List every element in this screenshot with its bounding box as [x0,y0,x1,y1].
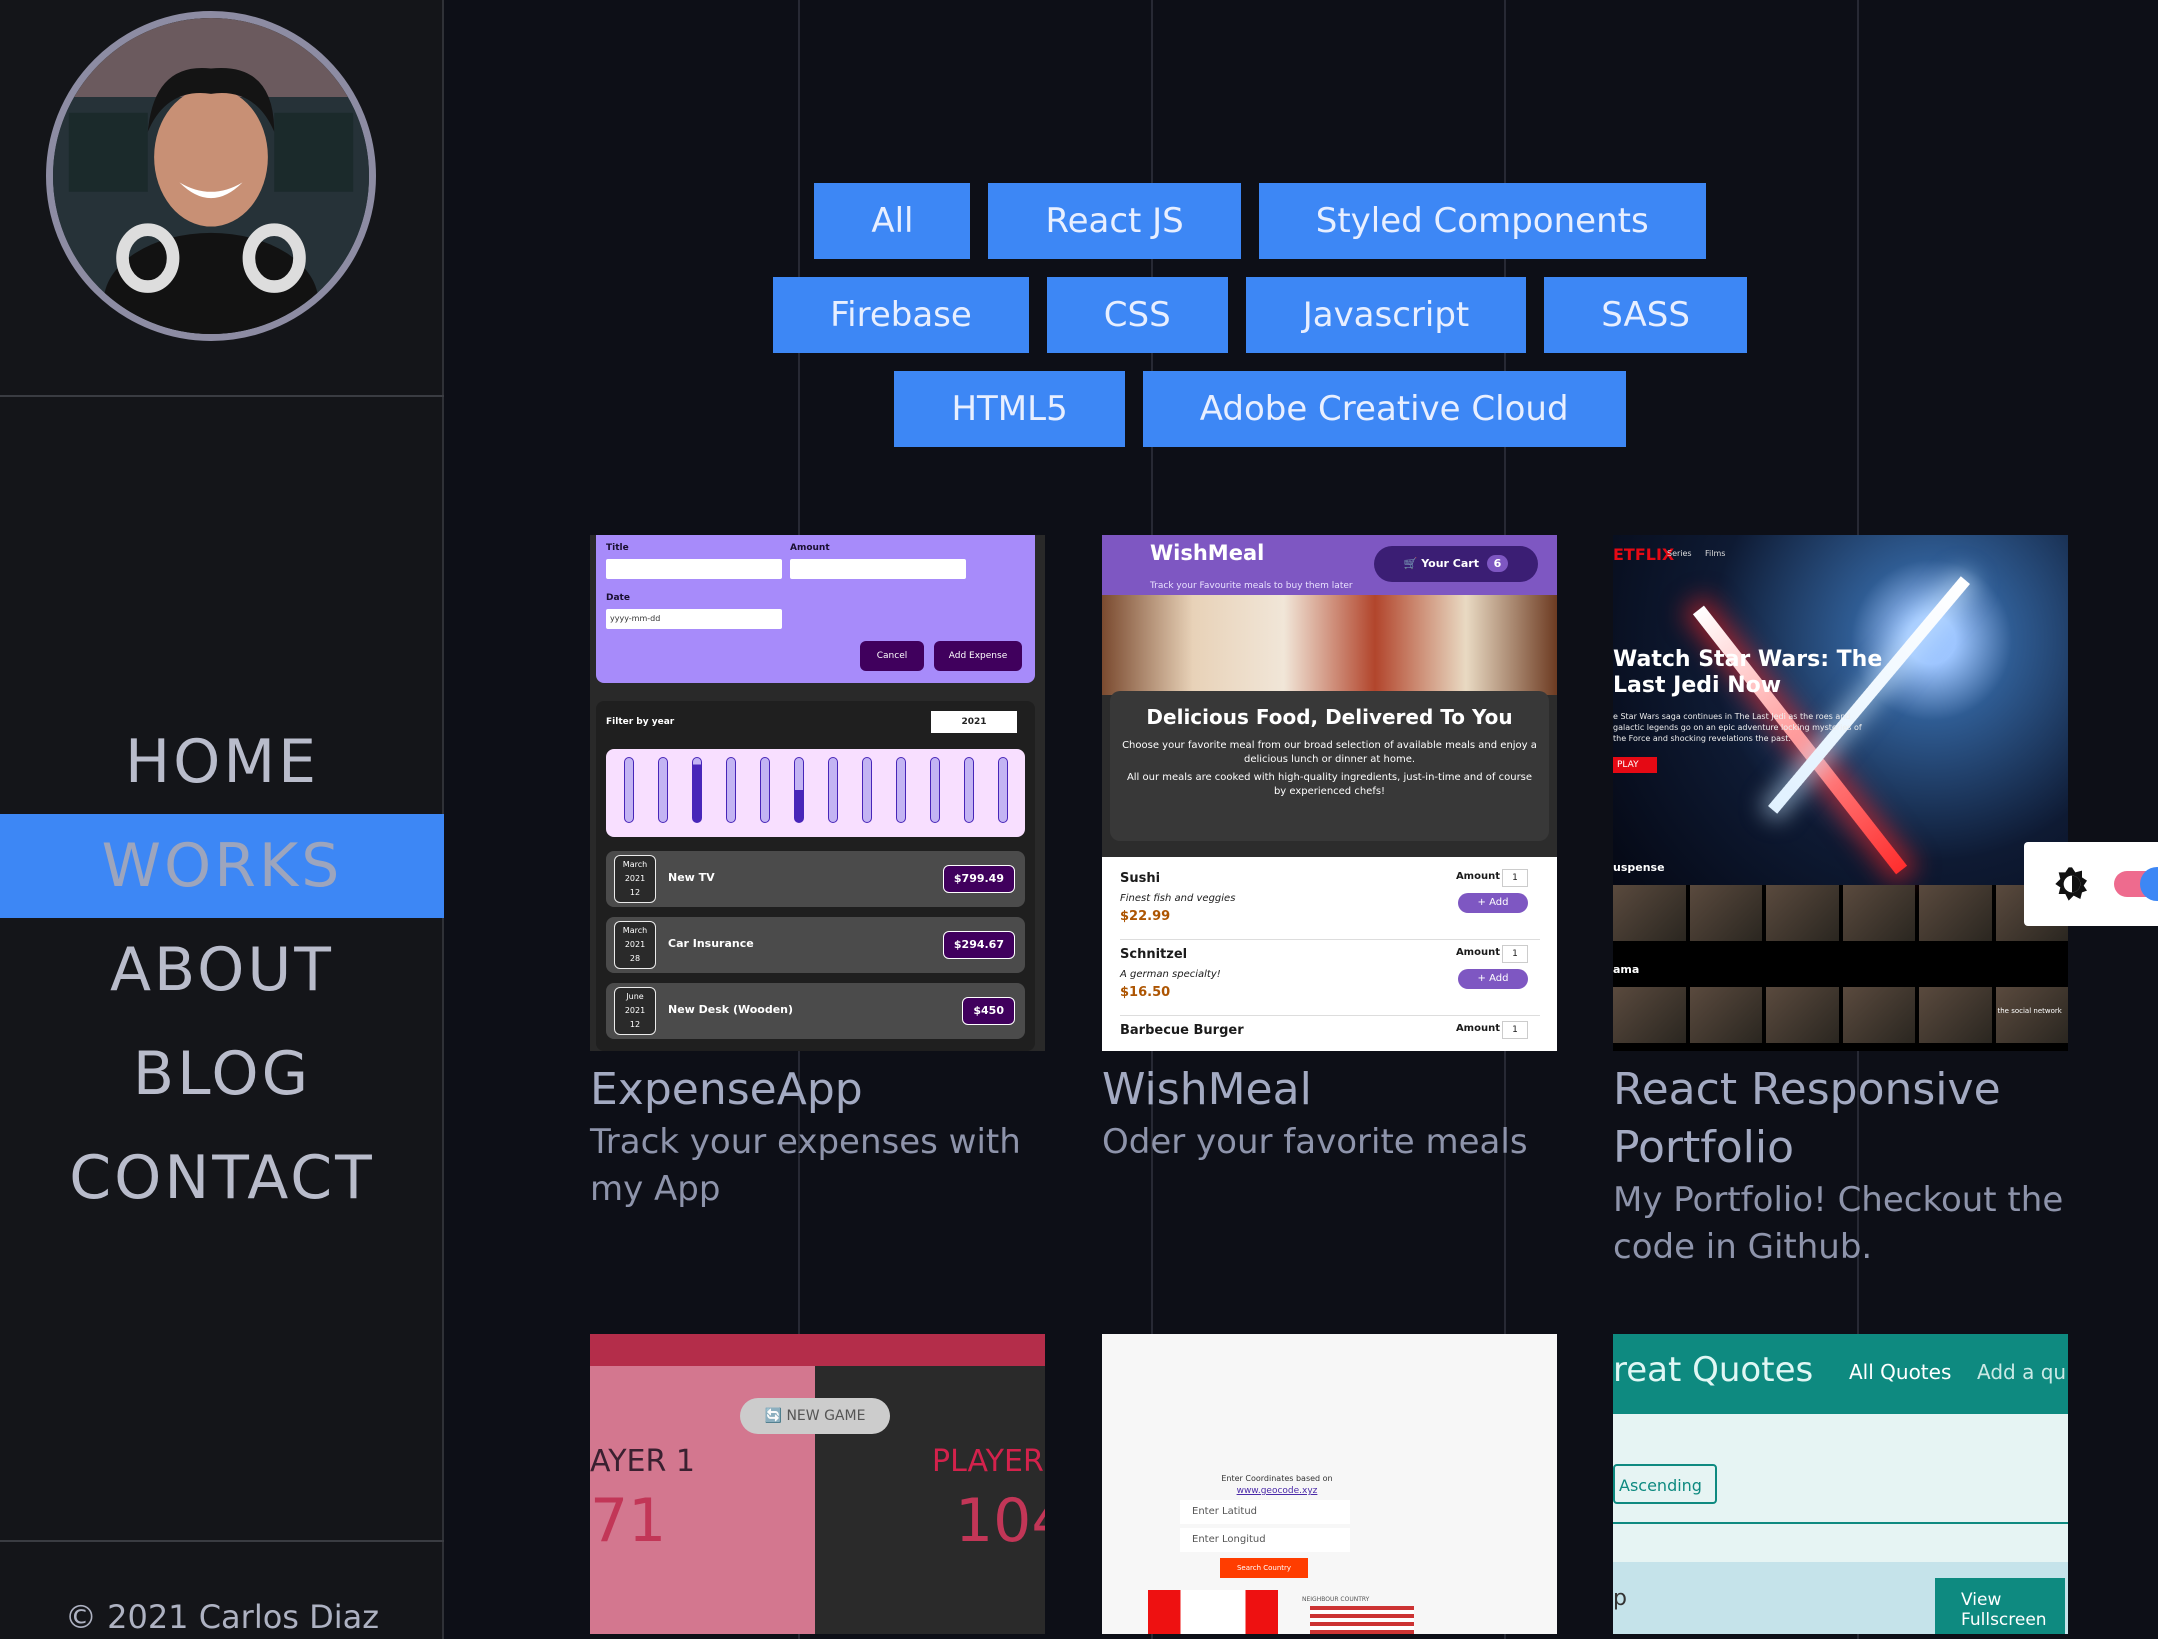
preview-select: 2021 [931,711,1017,733]
avatar-portrait-image [53,18,369,334]
project-thumbnail[interactable]: Enter Coordinates based on www.geocode.x… [1102,1334,1557,1634]
nav-blog[interactable]: BLOG [0,1022,444,1126]
preview-button: Add Expense [934,641,1022,671]
brightness-icon [2055,867,2087,901]
preview-button: 🔄 NEW GAME [740,1398,890,1434]
tag-all[interactable]: All [814,183,971,259]
filter-tags: All React JS Styled Components Firebase … [610,183,1910,447]
preview-input: yyyy-mm-dd [606,609,782,629]
project-card-game[interactable]: 🔄 NEW GAME AYER 1 PLAYER 71 104 [590,1334,1045,1634]
preview-button: Cancel [860,641,924,671]
tag-sass[interactable]: SASS [1544,277,1747,353]
thumbnail-row [1613,885,2068,941]
preview-input [606,559,782,579]
preview-text: Films [1705,549,1726,558]
project-card-wishmeal[interactable]: WishMeal Track your Favourite meals to b… [1102,535,1557,1166]
preview-text: AYER 1 [590,1444,695,1479]
project-card-expenseapp[interactable]: Title Amount Date yyyy-mm-dd Cancel Add … [590,535,1045,1213]
sidebar-divider [0,1540,444,1542]
preview-text: Track your Favourite meals to buy them l… [1150,581,1353,591]
preview-input [790,559,966,579]
nav-about[interactable]: ABOUT [0,918,444,1022]
tag-css[interactable]: CSS [1046,277,1228,353]
preview-label: Filter by year [606,717,675,727]
nav-works[interactable]: WORKS [0,814,444,918]
preview-text: 71 [590,1486,667,1556]
expense-list-preview: Filter by year 2021 March 2021 12 New TV $… [596,701,1035,1051]
theme-toggle[interactable] [2024,842,2158,926]
preview-label: Amount [790,543,830,553]
tag-adobe-creative-cloud[interactable]: Adobe Creative Cloud [1142,371,1626,447]
wishmeal-summary-preview: Delicious Food, Delivered To You Choose … [1110,691,1549,841]
project-description: Oder your favorite meals [1102,1122,1528,1162]
preview-text: e Star Wars saga continues in The Last J… [1613,712,1862,743]
preview-text: 104 [955,1486,1045,1556]
preview-text: uspense [1613,861,1665,874]
preview-text: Enter Coordinates based on [1221,1474,1333,1483]
tag-react-js[interactable]: React JS [988,183,1241,259]
netflix-hero-image: ETFLIX Series Films Watch Star Wars: The… [1613,535,2068,885]
nav-contact[interactable]: CONTACT [0,1126,444,1230]
project-description: My Portfolio! Checkout the code in Githu… [1613,1180,2064,1267]
preview-button: Search Country [1220,1558,1308,1578]
preview-row: March 2021 12 New TV $799.49 [606,851,1025,907]
preview-logo: ETFLIX [1613,545,1675,564]
food-banner-image [1102,595,1557,695]
project-thumbnail[interactable]: reat Quotes All Quotes Add a qu Ascendin… [1613,1334,2068,1634]
preview-header: reat Quotes All Quotes Add a qu [1613,1334,2068,1414]
preview-logo: WishMeal [1150,541,1265,565]
preview-text: Series [1667,549,1692,558]
avatar [46,11,376,341]
main-nav: HOME WORKS ABOUT BLOG CONTACT [0,710,444,1230]
tag-styled-components[interactable]: Styled Components [1258,183,1706,259]
project-card-geocode[interactable]: Enter Coordinates based on www.geocode.x… [1102,1334,1557,1634]
preview-link: www.geocode.xyz [1236,1486,1318,1496]
canada-flag-image [1148,1590,1278,1634]
nav-home[interactable]: HOME [0,710,444,814]
preview-cart-button: 🛒 Your Cart 6 [1374,546,1538,582]
sidebar-divider [0,395,444,397]
wishmeal-menu-preview: Sushi Finest fish and veggies $22.99 Amo… [1102,857,1557,1051]
project-title[interactable]: React Responsive Portfolio [1613,1061,2068,1177]
preview-button: View Fullscreen [1935,1578,2065,1634]
expense-form-preview: Title Amount Date yyyy-mm-dd Cancel Add … [596,535,1035,683]
project-thumbnail[interactable]: WishMeal Track your Favourite meals to b… [1102,535,1557,1051]
preview-label: Title [606,543,629,553]
project-thumbnail[interactable]: 🔄 NEW GAME AYER 1 PLAYER 71 104 [590,1334,1045,1634]
preview-text: NEIGHBOUR COUNTRY [1302,1596,1370,1603]
preview-row: March 2021 28 Car Insurance $294.67 [606,917,1025,973]
preview-text: PLAYER [932,1444,1044,1479]
tag-html5[interactable]: HTML5 [894,371,1125,447]
sidebar: HOME WORKS ABOUT BLOG CONTACT © 2021 Car… [0,0,444,1639]
project-card-quotes[interactable]: reat Quotes All Quotes Add a qu Ascendin… [1613,1334,2068,1634]
project-thumbnail[interactable]: Title Amount Date yyyy-mm-dd Cancel Add … [590,535,1045,1051]
preview-button: Ascending [1613,1464,1717,1504]
project-title[interactable]: WishMeal [1102,1061,1557,1119]
preview-label: Date [606,593,630,603]
preview-input: Enter Longitud [1180,1528,1350,1552]
project-card-portfolio[interactable]: ETFLIX Series Films Watch Star Wars: The… [1613,535,2068,1271]
expense-chart-preview [606,749,1025,837]
copyright: © 2021 Carlos Diaz [64,1598,380,1636]
preview-button: PLAY [1613,757,1657,773]
tag-firebase[interactable]: Firebase [773,277,1029,353]
usa-flag-image [1310,1606,1414,1634]
preview-heading: Watch Star Wars: The Last Jedi Now [1613,647,1883,698]
project-description: Track your expenses with my App [590,1122,1021,1209]
preview-row: June 2021 12 New Desk (Wooden) $450 [606,983,1025,1039]
tag-javascript[interactable]: Javascript [1245,277,1527,353]
preview-text: ama [1613,963,1640,976]
project-title[interactable]: ExpenseApp [590,1061,1045,1119]
preview-input: Enter Latitud [1180,1500,1350,1524]
thumbnail-row: the social network [1613,987,2068,1043]
wishmeal-header-preview: WishMeal Track your Favourite meals to b… [1102,535,1557,595]
project-thumbnail[interactable]: ETFLIX Series Films Watch Star Wars: The… [1613,535,2068,1051]
